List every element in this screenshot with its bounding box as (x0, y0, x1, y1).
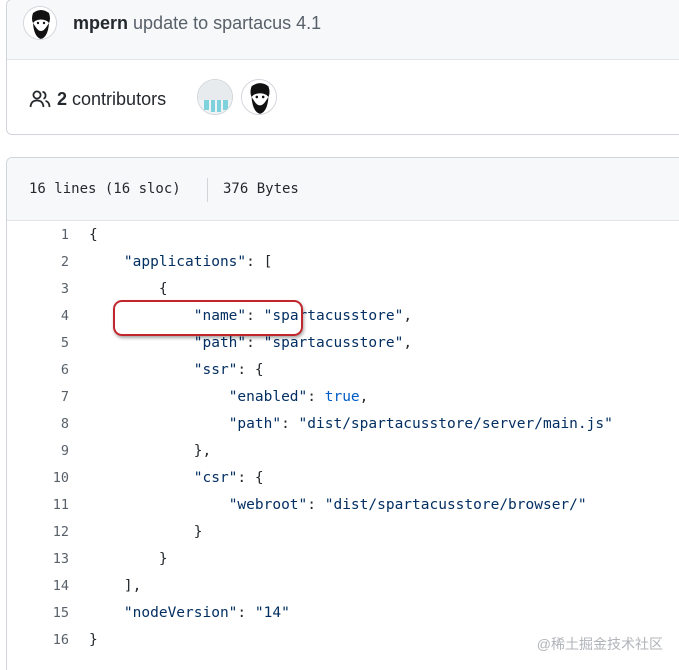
line-content: { (158, 281, 168, 297)
commit-message-link[interactable]: update to spartacus 4.1 (133, 13, 321, 33)
line-number[interactable]: 16 (7, 627, 69, 654)
file-header: 16 lines (16 sloc) 376 Bytes (7, 158, 679, 221)
highlight-annotation (113, 300, 303, 336)
file-line-count: 16 lines (16 sloc) (29, 181, 181, 197)
line-number[interactable]: 4 (7, 303, 69, 330)
code-line: 13 } (7, 546, 679, 573)
file-size: 376 Bytes (223, 181, 299, 197)
bearded-face-icon (242, 80, 276, 114)
line-content: "path": "dist/spartacusstore/server/main… (228, 416, 613, 432)
line-content: "applications": [ (123, 254, 273, 270)
code-line: 10 "csr": { (7, 465, 679, 492)
code-line: 6 "ssr": { (7, 357, 679, 384)
line-number[interactable]: 6 (7, 357, 69, 384)
code-line: 1 { (7, 222, 679, 249)
line-number[interactable]: 9 (7, 438, 69, 465)
line-number[interactable]: 7 (7, 384, 69, 411)
line-number[interactable]: 2 (7, 249, 69, 276)
line-number[interactable]: 14 (7, 573, 69, 600)
line-number[interactable]: 13 (7, 546, 69, 573)
line-number[interactable]: 15 (7, 600, 69, 627)
file-viewer: 16 lines (16 sloc) 376 Bytes 1 { 2 "appl… (6, 157, 679, 670)
line-number[interactable]: 1 (7, 222, 69, 249)
bearded-face-icon (24, 7, 56, 39)
code-line: 3 { (7, 276, 679, 303)
code-line: 14 ], (7, 573, 679, 600)
line-number[interactable]: 10 (7, 465, 69, 492)
line-content: "csr": { (193, 470, 264, 486)
watermark: @稀土掘金技术社区 (536, 636, 663, 652)
people-icon (29, 90, 51, 108)
identicon-avatar-icon (198, 80, 232, 114)
code-line: 9 }, (7, 438, 679, 465)
line-content: } (89, 632, 98, 648)
contributor-avatar-2[interactable] (241, 79, 277, 115)
code-line: 8 "path": "dist/spartacusstore/server/ma… (7, 411, 679, 438)
line-content: { (89, 227, 98, 243)
commit-card: mpern update to spartacus 4.1 2 contribu… (6, 0, 679, 135)
contributors-count: 2 (57, 89, 68, 109)
line-number[interactable]: 3 (7, 276, 69, 303)
code-line: 11 "webroot": "dist/spartacusstore/brows… (7, 492, 679, 519)
code-line: 4 "name": "spartacusstore", (7, 303, 679, 330)
line-content: } (193, 524, 203, 540)
line-content: } (158, 551, 168, 567)
line-content: "enabled": true, (228, 389, 369, 405)
commit-summary: mpern update to spartacus 4.1 (73, 11, 321, 35)
code-line: 2 "applications": [ (7, 249, 679, 276)
commit-author-link[interactable]: mpern (73, 13, 128, 33)
line-content: ], (123, 578, 142, 594)
line-content: "nodeVersion": "14" (123, 605, 290, 621)
line-number[interactable]: 8 (7, 411, 69, 438)
line-content: "webroot": "dist/spartacusstore/browser/… (228, 497, 587, 513)
contributor-avatar-1[interactable] (197, 79, 233, 115)
line-number[interactable]: 12 (7, 519, 69, 546)
latest-commit-row: mpern update to spartacus 4.1 (7, 0, 679, 60)
line-content: }, (193, 443, 212, 459)
contributors-row: 2 contributors (7, 61, 679, 135)
contributors-label: contributors (72, 89, 167, 109)
author-avatar[interactable] (23, 6, 57, 40)
code-line: 15 "nodeVersion": "14" (7, 600, 679, 627)
code-line: 5 "path": "spartacusstore", (7, 330, 679, 357)
code-line: 7 "enabled": true, (7, 384, 679, 411)
code-line: 12 } (7, 519, 679, 546)
header-divider (207, 178, 208, 202)
line-number[interactable]: 11 (7, 492, 69, 519)
line-content: "ssr": { (193, 362, 264, 378)
contributors-link[interactable]: 2 contributors (57, 87, 166, 111)
line-number[interactable]: 5 (7, 330, 69, 357)
